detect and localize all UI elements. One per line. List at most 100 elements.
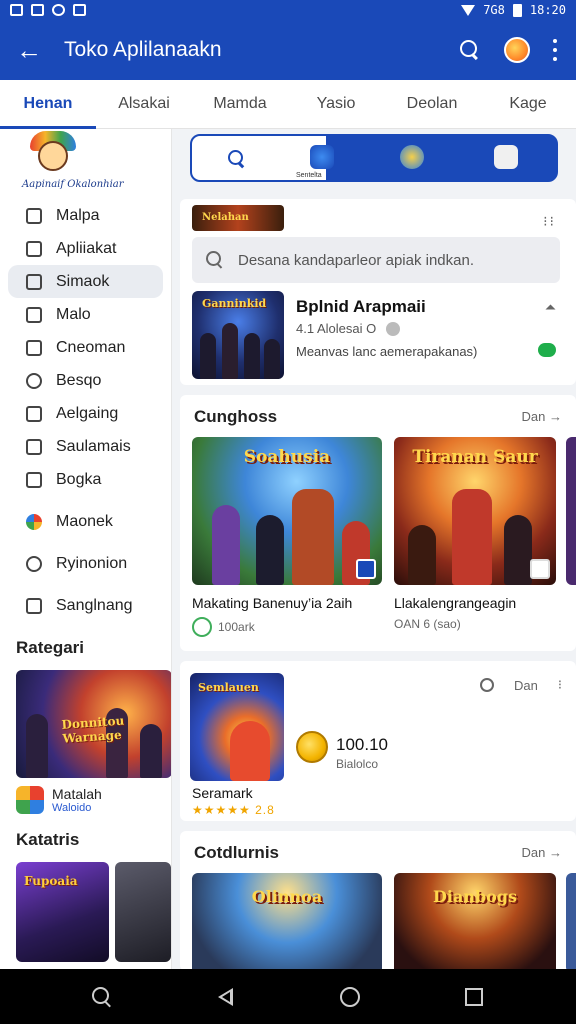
see-more-link[interactable]: Dan → (522, 845, 562, 860)
tab-bar: Henan Alsakai Mamda Yasio Deolan Kage (0, 80, 576, 129)
square-icon (26, 405, 42, 422)
category-thumbnail[interactable] (115, 862, 171, 962)
bottom-section: Cotdlurnis Dan → Olinnoa Dianbogs (180, 831, 576, 969)
rating-stars: ★★★★★ 2.8 (192, 803, 275, 817)
quick-caption: Sentelta (296, 172, 322, 179)
sidebar-item-simaok[interactable]: Simaok (8, 265, 163, 298)
globe-app-icon[interactable] (400, 145, 424, 169)
more-vert-icon[interactable] (552, 39, 558, 61)
promo-artwork[interactable]: Semlauen (190, 673, 284, 781)
lock-icon (26, 339, 42, 356)
game-artwork: Tiranan Saur (394, 437, 556, 585)
battery-icon (512, 3, 522, 17)
promo-name: Seramark (192, 785, 253, 801)
see-more-link[interactable]: Dan → (522, 409, 562, 424)
sidebar-item-ryinonion[interactable]: Ryinonion (8, 547, 163, 580)
store-icon (26, 306, 42, 323)
mini-banner[interactable]: Nelahan (192, 205, 284, 231)
game-card[interactable]: Tiranan Saur Llakalengrangeagin OAN 6 (s… (394, 437, 556, 631)
sidebar-item-maonek[interactable]: Maonek (8, 505, 163, 538)
sidebar-item-aelgaing[interactable]: Aelgaing (8, 397, 163, 430)
tab-kage[interactable]: Kage (480, 80, 576, 128)
sidebar-item-malpa[interactable]: Malpa (8, 199, 163, 232)
sidebar-item-sanglnang[interactable]: Sanglnang (8, 589, 163, 622)
game-subtitle: OAN 6 (sao) (394, 617, 461, 631)
app-name: Matalah (52, 786, 102, 802)
game-art-title: Dianbogs (432, 887, 518, 906)
featured-app-meta: 4.1 Alolesai O (296, 321, 401, 336)
card-app-icon[interactable] (494, 145, 518, 169)
game-art-title: Tiranan Saur (412, 447, 538, 467)
play-badge-icon (356, 559, 376, 579)
search-icon[interactable] (458, 38, 482, 62)
chat-bubble-icon[interactable] (504, 37, 530, 63)
recents-square-icon[interactable] (462, 985, 486, 1009)
search-input[interactable]: Desana kandaparleor apiak indkan. (192, 237, 560, 283)
sidebar-item-label: Bogka (56, 470, 102, 488)
game-name: Makating Banenuy’ia 2aih (192, 595, 353, 611)
game-artwork[interactable]: Dianbogs (394, 873, 556, 969)
shield-app-icon[interactable] (310, 145, 334, 169)
sidebar-section-title: Rategari (16, 638, 85, 657)
sidebar-item-apliiakat[interactable]: Apliiakat (8, 232, 163, 265)
logo-text: Aapinaif Okalonhiar (22, 179, 124, 190)
store-logo[interactable]: Aapinaif Okalonhiar (0, 129, 171, 199)
network-label: 7G8 (483, 3, 505, 17)
next-game-peek[interactable] (566, 873, 576, 969)
location-icon (52, 4, 65, 16)
play-badge-icon (530, 559, 550, 579)
overflow-icon[interactable]: ⏶ (545, 299, 556, 316)
home-circle-icon[interactable] (338, 985, 362, 1009)
search-placeholder: Desana kandaparleor apiak indkan. (238, 251, 474, 269)
sidebar-item-bogka[interactable]: Bogka (8, 463, 163, 496)
game-artwork: Soahusia (192, 437, 382, 585)
sidebar-item-label: Besqo (56, 371, 102, 389)
sidebar-item-cneoman[interactable]: Cneoman (8, 331, 163, 364)
category-banner[interactable]: Donnitou Warnage (16, 670, 171, 778)
tab-henan[interactable]: Henan (0, 80, 96, 129)
sidebar-item-label: Malpa (56, 206, 100, 224)
game-card[interactable]: Soahusia Makating Banenuy’ia 2aih 100ark (192, 437, 382, 637)
bag-icon (26, 438, 42, 455)
more-icon[interactable]: ⁝⁝ (543, 213, 556, 230)
search-icon (206, 251, 224, 269)
search-icon[interactable] (228, 150, 246, 168)
game-art-title: Soahusia (243, 447, 331, 467)
tab-mamda[interactable]: Mamda (192, 80, 288, 128)
game-name: Llakalengrangeagin (394, 595, 517, 611)
more-icon[interactable]: ⁝ (558, 677, 562, 693)
promo-price-label: Bialolco (336, 757, 379, 771)
sidebar-item-besqo[interactable]: Besqo (8, 364, 163, 397)
tab-yasio[interactable]: Yasio (288, 80, 384, 128)
sidebar-item-saulamais[interactable]: Saulamais (8, 430, 163, 463)
sidebar-app[interactable]: Matalah Waloido (0, 786, 171, 814)
sidebar-item-label: Cneoman (56, 338, 126, 356)
next-game-peek[interactable] (566, 437, 576, 585)
section-title: Cunghoss (194, 407, 278, 426)
app-logo-icon (16, 786, 44, 814)
clock: 18:20 (529, 3, 566, 17)
featured-app-thumbnail[interactable]: Ganninkid (192, 291, 284, 379)
promo-price: 100.10 (336, 735, 388, 754)
app-bar: ← Toko Aplilanaakn (0, 20, 576, 80)
image-icon (31, 4, 44, 16)
tab-deolan[interactable]: Deolan (384, 80, 480, 128)
sidebar-item-malo[interactable]: Malo (8, 298, 163, 331)
featured-app-title[interactable]: Bplnid Arapmaii (296, 297, 426, 317)
back-triangle-icon[interactable] (214, 985, 238, 1009)
back-arrow-icon[interactable]: ← (0, 20, 58, 80)
promo-art-title: Semlauen (198, 681, 259, 694)
section-title: Cotdlurnis (194, 843, 279, 862)
game-artwork[interactable]: Olinnoa (192, 873, 382, 969)
mini-banner-title: Nelahan (202, 212, 249, 223)
see-more-link[interactable]: Dan (514, 678, 538, 693)
colorwheel-icon (26, 513, 42, 530)
category-thumbnail[interactable]: Fupoaia (16, 862, 110, 962)
sidebar-item-label: Sanglnang (56, 596, 133, 614)
signal-icon (461, 4, 476, 16)
search-icon[interactable] (90, 985, 114, 1009)
search-icon[interactable] (480, 678, 494, 692)
sidebar-item-label: Apliiakat (56, 239, 117, 257)
tab-alsakai[interactable]: Alsakai (96, 80, 192, 128)
install-toggle-icon[interactable] (538, 343, 556, 357)
